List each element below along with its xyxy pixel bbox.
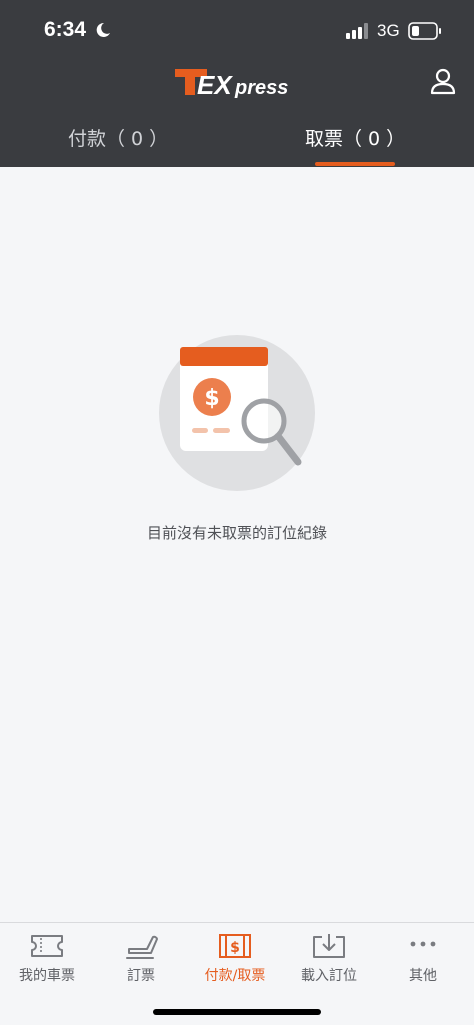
seat-icon bbox=[126, 935, 158, 959]
nav-load-booking[interactable]: 載入訂位 bbox=[282, 923, 376, 993]
status-time: 6:34 bbox=[44, 18, 87, 41]
network-type: 3G bbox=[377, 21, 400, 40]
status-bar: 6:34 3G bbox=[0, 0, 474, 60]
texpress-logo: EX press bbox=[173, 66, 301, 104]
battery-icon bbox=[408, 22, 442, 44]
tab-ticket-pickup[interactable]: 取票（ 0 ） bbox=[305, 124, 405, 166]
nav-label: 我的車票 bbox=[19, 968, 75, 984]
svg-text:$: $ bbox=[230, 940, 240, 956]
empty-state-message: 目前沒有未取票的訂位紀錄 bbox=[146, 524, 327, 542]
nav-label: 訂票 bbox=[127, 968, 155, 984]
nav-my-tickets[interactable]: 我的車票 bbox=[0, 923, 94, 993]
svg-text:$: $ bbox=[204, 386, 219, 411]
empty-state-illustration: $ bbox=[158, 334, 316, 492]
svg-text:press: press bbox=[234, 77, 288, 99]
app-header: 6:34 3G EX press 付款（ 0 ） 取票（ 0 ） bbox=[0, 0, 474, 167]
signal-icon bbox=[346, 23, 370, 43]
nav-payment-pickup[interactable]: $ 付款/取票 bbox=[188, 923, 282, 993]
download-icon bbox=[313, 934, 345, 958]
moon-icon bbox=[95, 22, 111, 42]
tab-payment[interactable]: 付款（ 0 ） bbox=[68, 124, 168, 166]
nav-label: 載入訂位 bbox=[301, 968, 357, 984]
active-tab-indicator bbox=[315, 162, 395, 166]
ticket-icon bbox=[31, 935, 63, 957]
nav-book-ticket[interactable]: 訂票 bbox=[94, 923, 188, 993]
svg-text:EX: EX bbox=[197, 70, 233, 100]
home-indicator[interactable] bbox=[153, 1009, 321, 1015]
nav-label: 其他 bbox=[409, 968, 437, 984]
dollar-ticket-icon: $ bbox=[219, 934, 251, 958]
user-icon[interactable] bbox=[428, 67, 458, 97]
more-icon bbox=[410, 941, 436, 947]
nav-other[interactable]: 其他 bbox=[376, 923, 470, 993]
nav-label: 付款/取票 bbox=[204, 968, 266, 984]
